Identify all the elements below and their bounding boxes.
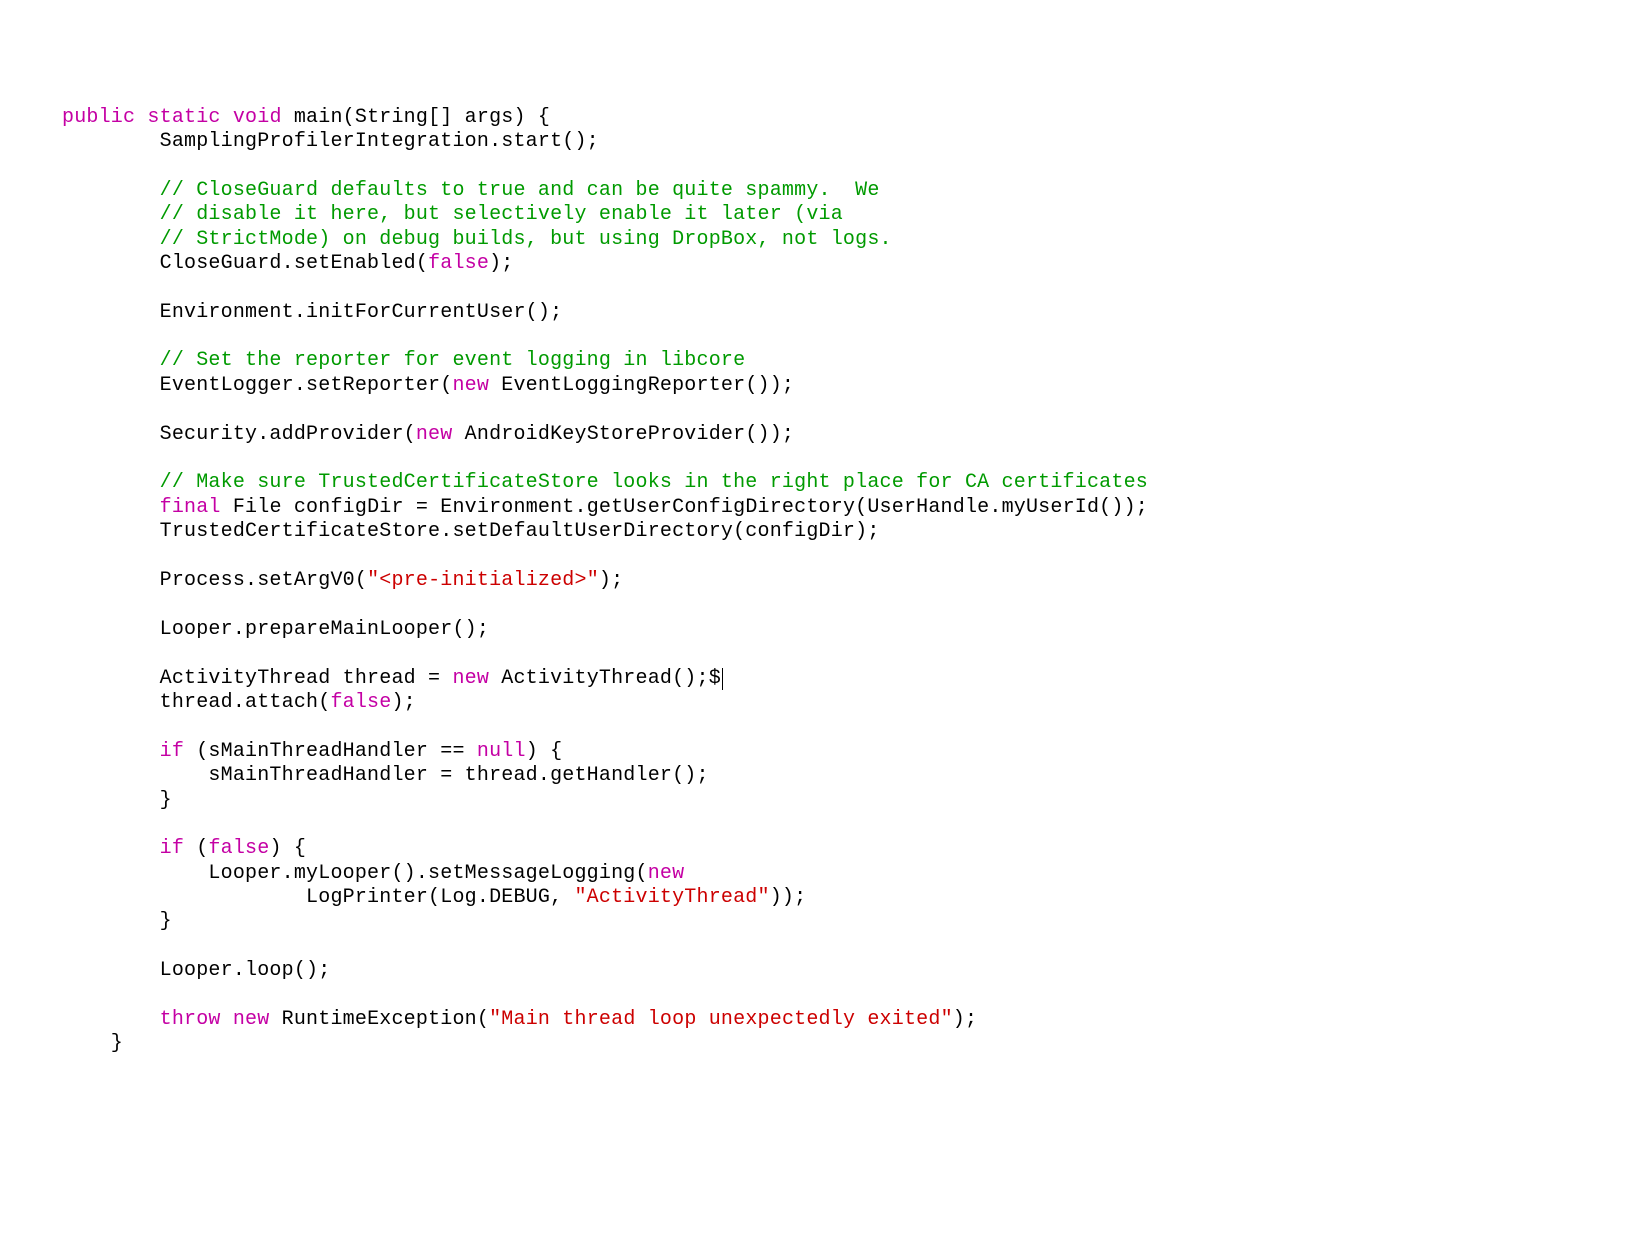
configdir-b: File configDir = Environment.getUserConf… [221, 496, 1148, 519]
line-sampling: SamplingProfilerIntegration.start(); [62, 130, 599, 153]
line-thread-attach: thread.attach(false); [62, 691, 416, 714]
comment-closeguard-2: // disable it here, but selectively enab… [62, 203, 843, 226]
line-gethandler: sMainThreadHandler = thread.getHandler()… [62, 764, 709, 787]
comment-closeguard-3: // StrictMode) on debug builds, but usin… [62, 228, 892, 251]
keyword-void: void [233, 106, 282, 129]
line-logprinter: LogPrinter(Log.DEBUG, "ActivityThread"))… [62, 886, 806, 909]
eventlogger-a: EventLogger.setReporter( [62, 374, 452, 397]
line-closeguard: CloseGuard.setEnabled(false); [62, 252, 513, 275]
keyword-new: new [416, 423, 453, 446]
text-cursor [722, 668, 723, 690]
line-security: Security.addProvider(new AndroidKeyStore… [62, 423, 794, 446]
comment-trustedcert: // Make sure TrustedCertificateStore loo… [62, 471, 1148, 494]
keyword-new: new [233, 1008, 270, 1031]
keyword-null: null [477, 740, 526, 763]
line-activitythread: ActivityThread thread = new ActivityThre… [62, 667, 723, 690]
process-b: ); [599, 569, 623, 592]
comment-closeguard-1: // CloseGuard defaults to true and can b… [62, 179, 880, 202]
comment-reporter: // Set the reporter for event logging in… [62, 349, 745, 372]
closeguard-b: ); [489, 252, 513, 275]
line-looper-prepare: Looper.prepareMainLooper(); [62, 618, 489, 641]
indent [62, 1008, 160, 1031]
line-if-false: if (false) { [62, 837, 306, 860]
line-process: Process.setArgV0("<pre-initialized>"); [62, 569, 623, 592]
line-closebrace: } [62, 789, 172, 812]
keyword-if: if [160, 740, 184, 763]
line-closebrace: } [62, 910, 172, 933]
indent [62, 837, 160, 860]
keyword-public: public [62, 106, 135, 129]
iffalse-b: ) { [269, 837, 306, 860]
ifhandler-b: ) { [526, 740, 563, 763]
process-a: Process.setArgV0( [62, 569, 367, 592]
line-trustedcert: TrustedCertificateStore.setDefaultUserDi… [62, 520, 880, 543]
method-sig-rest: main(String[] args) { [282, 106, 550, 129]
keyword-false: false [208, 837, 269, 860]
indent [62, 496, 160, 519]
line-throw: throw new RuntimeException("Main thread … [62, 1008, 977, 1031]
security-b: AndroidKeyStoreProvider()); [452, 423, 794, 446]
line-setlogging: Looper.myLooper().setMessageLogging(new [62, 862, 684, 885]
logprinter-b: )); [770, 886, 807, 909]
setlogging-a: Looper.myLooper().setMessageLogging( [62, 862, 648, 885]
space [221, 1008, 233, 1031]
iffalse-a: ( [184, 837, 208, 860]
line-configdir: final File configDir = Environment.getUs… [62, 496, 1148, 519]
string-preinitialized: "<pre-initialized>" [367, 569, 599, 592]
keyword-throw: throw [160, 1008, 221, 1031]
keyword-false: false [428, 252, 489, 275]
line-method-sig: public static void main(String[] args) { [62, 106, 550, 129]
activitythread-b: ActivityThread();$ [489, 667, 721, 690]
line-method-close: } [62, 1032, 123, 1055]
logprinter-a: LogPrinter(Log.DEBUG, [62, 886, 574, 909]
eventlogger-b: EventLoggingReporter()); [489, 374, 794, 397]
attach-a: thread.attach( [62, 691, 330, 714]
indent [62, 740, 160, 763]
line-looper-loop: Looper.loop(); [62, 959, 330, 982]
line-eventlogger: EventLogger.setReporter(new EventLogging… [62, 374, 794, 397]
line-environment: Environment.initForCurrentUser(); [62, 301, 562, 324]
line-if-handler: if (sMainThreadHandler == null) { [62, 740, 562, 763]
keyword-false: false [330, 691, 391, 714]
security-a: Security.addProvider( [62, 423, 416, 446]
throw-a: RuntimeException( [269, 1008, 489, 1031]
keyword-final: final [160, 496, 221, 519]
throw-b: ); [953, 1008, 977, 1031]
code-block: public static void main(String[] args) {… [62, 106, 1624, 1057]
ifhandler-a: (sMainThreadHandler == [184, 740, 477, 763]
activitythread-a: ActivityThread thread = [62, 667, 452, 690]
keyword-new: new [648, 862, 685, 885]
string-exception-msg: "Main thread loop unexpectedly exited" [489, 1008, 953, 1031]
keyword-new: new [452, 374, 489, 397]
keyword-new: new [452, 667, 489, 690]
keyword-if: if [160, 837, 184, 860]
closeguard-a: CloseGuard.setEnabled( [62, 252, 428, 275]
attach-b: ); [391, 691, 415, 714]
keyword-static: static [147, 106, 220, 129]
string-activitythread: "ActivityThread" [574, 886, 769, 909]
